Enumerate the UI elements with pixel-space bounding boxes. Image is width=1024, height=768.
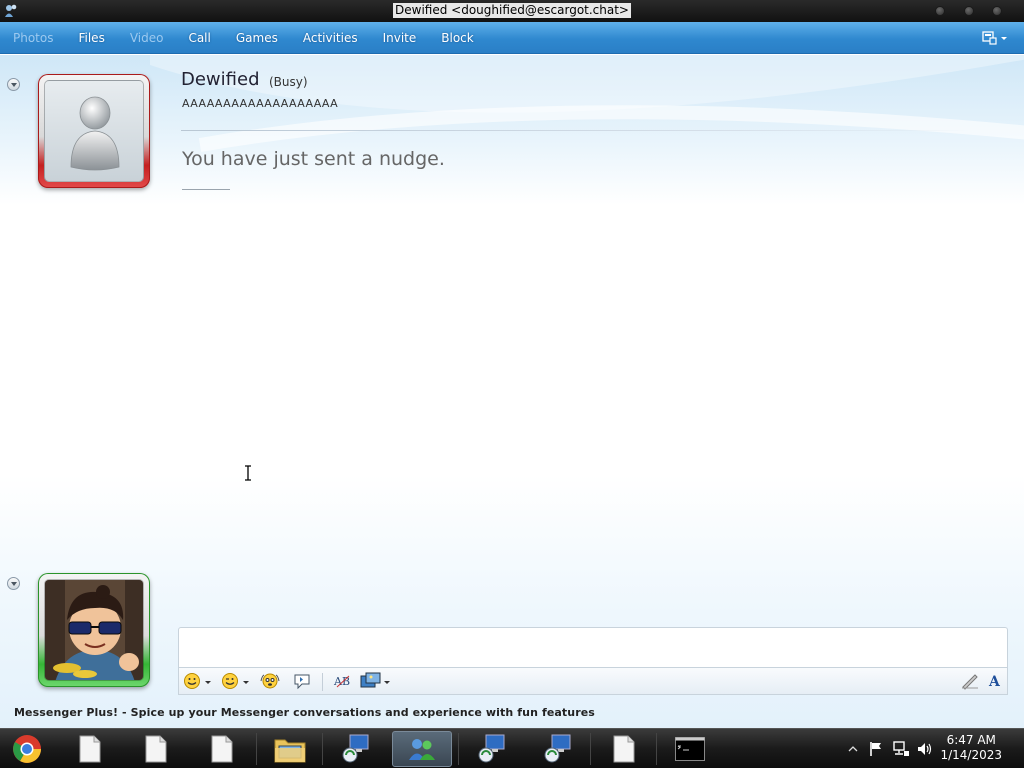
system-message: You have just sent a nudge.	[182, 148, 445, 170]
font-icon: A	[988, 674, 1001, 690]
header-divider	[181, 130, 971, 131]
contact-personal-message: AAAAAAAAAAAAAAAAAAA	[182, 97, 339, 110]
nudge-button[interactable]	[259, 672, 283, 692]
wink-button[interactable]	[221, 672, 249, 692]
message-input-container	[178, 627, 1008, 667]
background-button[interactable]	[360, 672, 390, 692]
voice-clip-button[interactable]	[293, 672, 313, 692]
message-divider	[182, 189, 230, 190]
clock-time: 6:47 AM	[946, 733, 996, 747]
contact-status: (Busy)	[269, 75, 308, 89]
taskbar-explorer[interactable]	[260, 731, 320, 767]
taskbar: 6:47 AM 1/14/2023	[0, 728, 1024, 768]
taskbar-document-3[interactable]	[192, 731, 252, 767]
remote-desktop-icon	[544, 734, 571, 763]
contact-avatar-frame[interactable]	[38, 74, 150, 188]
chrome-icon	[13, 735, 41, 763]
self-avatar-frame[interactable]	[38, 573, 150, 687]
close-button[interactable]	[992, 6, 1002, 16]
input-toolbar: AB A	[178, 667, 1008, 695]
nudge-icon	[260, 673, 280, 689]
font-button[interactable]: A	[987, 672, 1005, 692]
taskbar-remote-desktop-1[interactable]	[326, 731, 386, 767]
menu-photos[interactable]: Photos	[13, 31, 53, 45]
toolbar-separator	[322, 673, 323, 691]
window-title: Dewified <doughified@escargot.chat>	[393, 3, 631, 18]
emoticon-button[interactable]	[183, 672, 211, 692]
spellcheck-button[interactable]: AB	[333, 672, 353, 692]
messenger-app-icon[interactable]	[3, 3, 19, 19]
clock[interactable]: 6:47 AM 1/14/2023	[940, 733, 1002, 763]
title-bar: Dewified <doughified@escargot.chat>	[0, 0, 1024, 22]
taskbar-document-2[interactable]	[126, 731, 186, 767]
taskbar-remote-desktop-3[interactable]	[528, 731, 588, 767]
handwriting-icon	[962, 674, 978, 690]
folder-icon	[274, 739, 306, 763]
taskbar-chrome[interactable]	[2, 731, 52, 767]
minimize-button[interactable]	[935, 6, 945, 16]
wink-icon	[222, 673, 238, 689]
messenger-plus-banner[interactable]: Messenger Plus! - Spice up your Messenge…	[14, 706, 595, 719]
text-cursor-icon	[245, 465, 251, 481]
conversation-area: Dewified (Busy) AAAAAAAAAAAAAAAAAAA You …	[0, 55, 1024, 728]
taskbar-document-1[interactable]	[60, 731, 120, 767]
menu-games[interactable]: Games	[236, 31, 278, 45]
menu-files[interactable]: Files	[78, 31, 104, 45]
taskbar-document-4[interactable]	[594, 731, 654, 767]
contact-avatar	[44, 80, 144, 182]
document-icon	[145, 735, 167, 763]
menu-invite[interactable]: Invite	[383, 31, 417, 45]
menu-block[interactable]: Block	[441, 31, 473, 45]
menu-video[interactable]: Video	[130, 31, 164, 45]
messenger-icon	[409, 739, 435, 760]
volume-icon[interactable]	[916, 741, 934, 757]
document-icon	[613, 735, 635, 763]
show-hidden-icons-icon[interactable]	[848, 741, 858, 757]
background-icon	[360, 672, 381, 688]
self-avatar	[44, 579, 144, 681]
show-menu-icon[interactable]	[982, 31, 1012, 45]
svg-text:A: A	[988, 674, 1001, 690]
self-collapse-button[interactable]	[7, 577, 20, 590]
taskbar-messenger[interactable]	[392, 731, 452, 767]
taskbar-command-prompt[interactable]	[660, 731, 720, 767]
contact-name: Dewified	[181, 69, 260, 90]
command-prompt-icon	[675, 737, 705, 761]
document-icon	[211, 735, 233, 763]
taskbar-remote-desktop-2[interactable]	[462, 731, 522, 767]
menu-call[interactable]: Call	[188, 31, 210, 45]
emoticon-icon	[184, 673, 200, 689]
network-icon[interactable]	[892, 741, 910, 757]
handwriting-button[interactable]	[960, 672, 982, 692]
voice-clip-icon	[294, 674, 310, 690]
spellcheck-icon: AB	[333, 675, 350, 688]
remote-desktop-icon	[342, 734, 369, 763]
document-icon	[79, 735, 101, 763]
clock-date: 1/14/2023	[940, 748, 1002, 762]
cartoon-avatar-image	[45, 580, 143, 680]
message-input[interactable]	[179, 628, 1007, 667]
menu-activities[interactable]: Activities	[303, 31, 358, 45]
maximize-button[interactable]	[964, 6, 974, 16]
contact-collapse-button[interactable]	[7, 78, 20, 91]
menu-bar: Photos Files Video Call Games Activities…	[0, 22, 1024, 54]
default-user-icon	[70, 96, 120, 171]
remote-desktop-icon	[478, 734, 505, 763]
action-center-flag-icon[interactable]	[868, 741, 884, 757]
